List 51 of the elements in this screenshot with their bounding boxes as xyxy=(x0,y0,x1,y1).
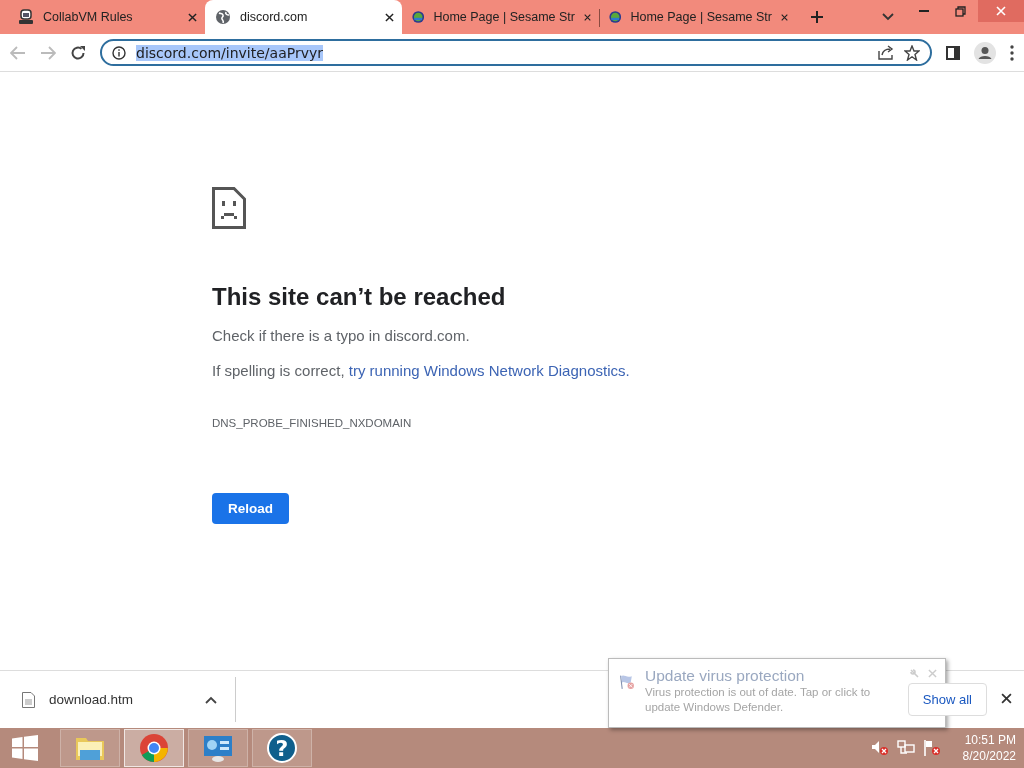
url-text: discord.com/invite/aaPrvyr xyxy=(136,44,323,61)
taskbar-button[interactable]: ? xyxy=(252,729,312,767)
notification-title: Update virus protection xyxy=(645,667,806,685)
error-heading: This site can’t be reached xyxy=(212,283,506,311)
tab-title: discord.com xyxy=(240,10,309,24)
chrome-icon xyxy=(139,733,169,763)
tab-title: Home Page | Sesame Str xyxy=(433,10,575,24)
badge-icon xyxy=(609,9,622,25)
diagnostics-link[interactable]: try running Windows Network Diagnostics. xyxy=(348,362,630,379)
close-icon[interactable] xyxy=(781,12,788,22)
download-filename[interactable]: download.htm xyxy=(49,692,191,707)
restore-icon[interactable] xyxy=(954,5,966,17)
file-icon xyxy=(22,691,35,708)
windows-logo-icon[interactable] xyxy=(12,735,38,761)
browser-tab[interactable]: Home Page | Sesame Str xyxy=(402,0,599,34)
profile-icon[interactable] xyxy=(974,41,996,64)
close-icon[interactable] xyxy=(188,12,197,22)
badge-icon xyxy=(412,9,425,25)
chevron-up-icon[interactable] xyxy=(205,695,217,704)
taskbar-button[interactable] xyxy=(124,729,184,767)
chevron-down-icon[interactable] xyxy=(882,13,894,21)
browser-tab[interactable]: CollabVM Rules xyxy=(8,0,205,34)
address-field[interactable]: discord.com/invite/aaPrvyr xyxy=(100,39,932,66)
tab-title: Home Page | Sesame Str xyxy=(630,10,772,24)
sad-page-icon xyxy=(212,187,246,229)
help-icon: ? xyxy=(267,733,297,763)
browser-tab[interactable]: Home Page | Sesame Str xyxy=(599,0,796,34)
computer-icon xyxy=(18,9,34,25)
close-icon[interactable] xyxy=(385,12,394,22)
close-icon[interactable] xyxy=(584,12,591,22)
browser-tab[interactable]: discord.com xyxy=(205,0,402,34)
reload-icon[interactable] xyxy=(70,44,86,61)
error-code: DNS_PROBE_FINISHED_NXDOMAIN xyxy=(212,417,412,429)
globe-icon xyxy=(215,9,231,25)
info-icon[interactable] xyxy=(112,45,126,60)
taskbar-button[interactable] xyxy=(188,729,248,767)
close-icon[interactable] xyxy=(1001,693,1012,704)
tab-title: CollabVM Rules xyxy=(43,10,134,24)
side-panel-icon[interactable] xyxy=(946,45,960,60)
muted-speaker-icon[interactable] xyxy=(870,740,889,756)
plus-icon[interactable] xyxy=(810,10,824,24)
error-message: Check if there is a typo in discord.com. xyxy=(212,327,470,344)
control-panel-icon xyxy=(202,733,234,763)
network-icon[interactable] xyxy=(896,740,915,756)
share-icon[interactable] xyxy=(878,45,894,60)
reload-button[interactable]: Reload xyxy=(212,493,289,524)
show-all-button[interactable]: Show all xyxy=(907,683,987,716)
error-message: If spelling is correct, xyxy=(212,362,345,379)
star-icon[interactable] xyxy=(904,44,920,61)
menu-icon[interactable] xyxy=(1010,44,1014,61)
flag-icon[interactable] xyxy=(922,740,941,756)
